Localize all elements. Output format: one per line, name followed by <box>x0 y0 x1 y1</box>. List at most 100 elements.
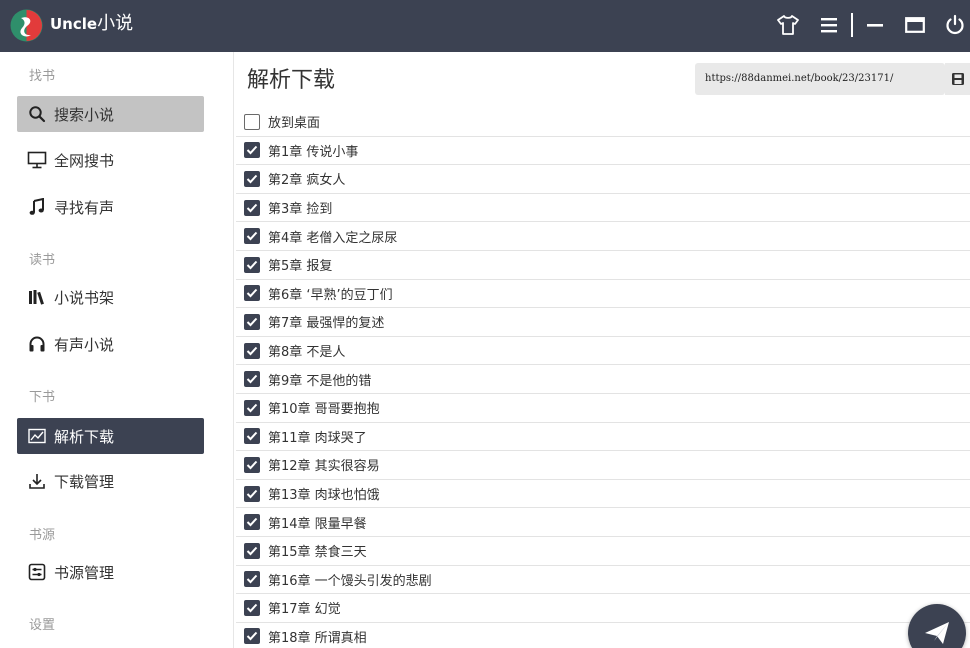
power-icon[interactable] <box>942 12 968 38</box>
sidebar-item-bookshelf[interactable]: 小说书架 <box>17 279 204 315</box>
chapter-label: 第2章 疯女人 <box>268 173 346 189</box>
bookshelf-icon <box>27 287 47 307</box>
checkbox-checked[interactable] <box>244 285 260 302</box>
checkbox-checked[interactable] <box>244 514 260 531</box>
section-label-download: 下书 <box>29 390 56 405</box>
title-bar: Uncle小说 <box>0 0 970 52</box>
chapter-row[interactable]: 第1章 传说小事 <box>236 137 970 166</box>
checkbox-checked[interactable] <box>244 599 260 616</box>
checkbox-checked[interactable] <box>244 142 260 159</box>
save-icon[interactable] <box>945 63 970 95</box>
chapter-label: 第16章 一个馒头引发的悲剧 <box>268 573 432 589</box>
chapter-row[interactable]: 第12章 其实很容易 <box>236 451 970 480</box>
checkbox-checked[interactable] <box>244 170 260 187</box>
sidebar-item-download-manager[interactable]: 下载管理 <box>17 463 204 499</box>
check-icon <box>246 346 258 355</box>
checkbox-checked[interactable] <box>244 399 260 416</box>
checkbox-checked[interactable] <box>244 199 260 216</box>
app-title: Uncle小说 <box>50 12 133 36</box>
check-icon <box>246 374 258 384</box>
check-icon <box>246 146 258 155</box>
sidebar-item-label: 解析下载 <box>54 427 115 446</box>
sidebar: 找书 搜索小说 全网搜书 寻找有声 读书 小说书架 有声小说 下书 解析下载 下… <box>0 52 234 648</box>
check-icon <box>246 460 258 470</box>
checkbox-checked[interactable] <box>244 228 260 245</box>
chapter-row[interactable]: 第10章 哥哥要抱抱 <box>236 394 970 423</box>
headphones-icon <box>27 334 47 354</box>
checkbox-unchecked[interactable] <box>244 113 260 130</box>
chapter-row[interactable]: 第14章 限量早餐 <box>236 508 970 537</box>
sliders-icon <box>27 562 47 582</box>
chapter-row[interactable]: 第3章 捡到 <box>236 194 970 223</box>
sidebar-item-search-novel[interactable]: 搜索小说 <box>17 96 204 132</box>
sidebar-item-audio-novel[interactable]: 有声小说 <box>17 326 204 362</box>
chapter-row[interactable]: 第13章 肉球也怕饿 <box>236 480 970 509</box>
checkbox-checked[interactable] <box>244 628 260 645</box>
chapter-label: 第10章 哥哥要抱抱 <box>268 402 380 418</box>
check-icon <box>246 260 258 270</box>
hamburger-icon[interactable] <box>816 12 842 38</box>
desktop-shortcut-row[interactable]: 放到桌面 <box>236 108 970 137</box>
chapter-row[interactable]: 第6章 ‘早熟’的豆丁们 <box>236 280 970 309</box>
check-icon <box>246 317 258 327</box>
chapter-row[interactable]: 第15章 禁食三天 <box>236 537 970 566</box>
sidebar-item-web-search[interactable]: 全网搜书 <box>17 142 204 178</box>
chapter-row[interactable]: 第4章 老僧入定之尿尿 <box>236 222 970 251</box>
chapter-label: 第9章 不是他的错 <box>268 373 372 389</box>
chapter-row[interactable]: 第18章 所谓真相 <box>236 623 970 648</box>
chapter-row[interactable]: 第11章 肉球哭了 <box>236 423 970 452</box>
chapter-row[interactable]: 第16章 一个馒头引发的悲剧 <box>236 566 970 595</box>
chapter-label: 第5章 报复 <box>268 259 333 275</box>
url-input[interactable]: https://88danmei.net/book/23/23171/ <box>695 63 945 95</box>
sidebar-item-label: 搜索小说 <box>54 105 115 124</box>
maximize-icon[interactable] <box>902 12 928 38</box>
sidebar-item-label: 书源管理 <box>54 563 115 582</box>
checkbox-checked[interactable] <box>244 256 260 273</box>
check-icon <box>246 203 258 213</box>
checkbox-checked[interactable] <box>244 371 260 388</box>
check-icon <box>246 489 258 498</box>
chapter-row[interactable]: 第9章 不是他的错 <box>236 365 970 394</box>
minimize-icon[interactable] <box>862 12 888 38</box>
chapter-row[interactable]: 第5章 报复 <box>236 251 970 280</box>
section-label-read: 读书 <box>29 253 56 268</box>
sidebar-item-parse-download[interactable]: 解析下载 <box>17 418 204 454</box>
app-title-cn: 小说 <box>97 13 134 34</box>
check-icon <box>246 517 258 527</box>
checkbox-checked[interactable] <box>244 313 260 330</box>
music-note-icon <box>27 197 47 217</box>
monitor-icon <box>27 150 47 170</box>
checkbox-checked[interactable] <box>244 571 260 588</box>
chapter-row[interactable]: 第7章 最强悍的复述 <box>236 308 970 337</box>
check-icon <box>246 403 258 413</box>
chapter-label: 第15章 禁食三天 <box>268 545 367 561</box>
chapter-label: 第18章 所谓真相 <box>268 630 367 646</box>
check-icon <box>246 546 258 556</box>
chapter-row[interactable]: 第8章 不是人 <box>236 337 970 366</box>
checkbox-checked[interactable] <box>244 456 260 473</box>
sidebar-item-source-manager[interactable]: 书源管理 <box>17 554 204 590</box>
sidebar-item-label: 寻找有声 <box>54 198 115 217</box>
app-title-en: Uncle <box>50 15 98 33</box>
checkbox-checked[interactable] <box>244 428 260 445</box>
page-title: 解析下载 <box>247 68 336 93</box>
chapter-row[interactable]: 第17章 幻觉 <box>236 594 970 623</box>
download-icon <box>27 471 47 491</box>
check-icon <box>246 632 258 641</box>
chapter-label: 第1章 传说小事 <box>268 144 359 160</box>
check-icon <box>246 432 258 441</box>
checkbox-checked[interactable] <box>244 542 260 559</box>
sidebar-item-find-audio[interactable]: 寻找有声 <box>17 189 204 225</box>
check-icon <box>246 231 258 241</box>
sidebar-item-label: 有声小说 <box>54 335 115 354</box>
tshirt-icon[interactable] <box>775 12 801 38</box>
checkbox-checked[interactable] <box>244 485 260 502</box>
chapter-row[interactable]: 第2章 疯女人 <box>236 165 970 194</box>
chapter-label: 第4章 老僧入定之尿尿 <box>268 230 398 246</box>
app-logo-icon <box>10 9 43 42</box>
section-label-find: 找书 <box>29 69 56 84</box>
sidebar-item-label: 下载管理 <box>54 472 115 491</box>
checkbox-checked[interactable] <box>244 342 260 359</box>
titlebar-divider <box>851 13 853 37</box>
chapter-label: 第6章 ‘早熟’的豆丁们 <box>268 287 393 303</box>
